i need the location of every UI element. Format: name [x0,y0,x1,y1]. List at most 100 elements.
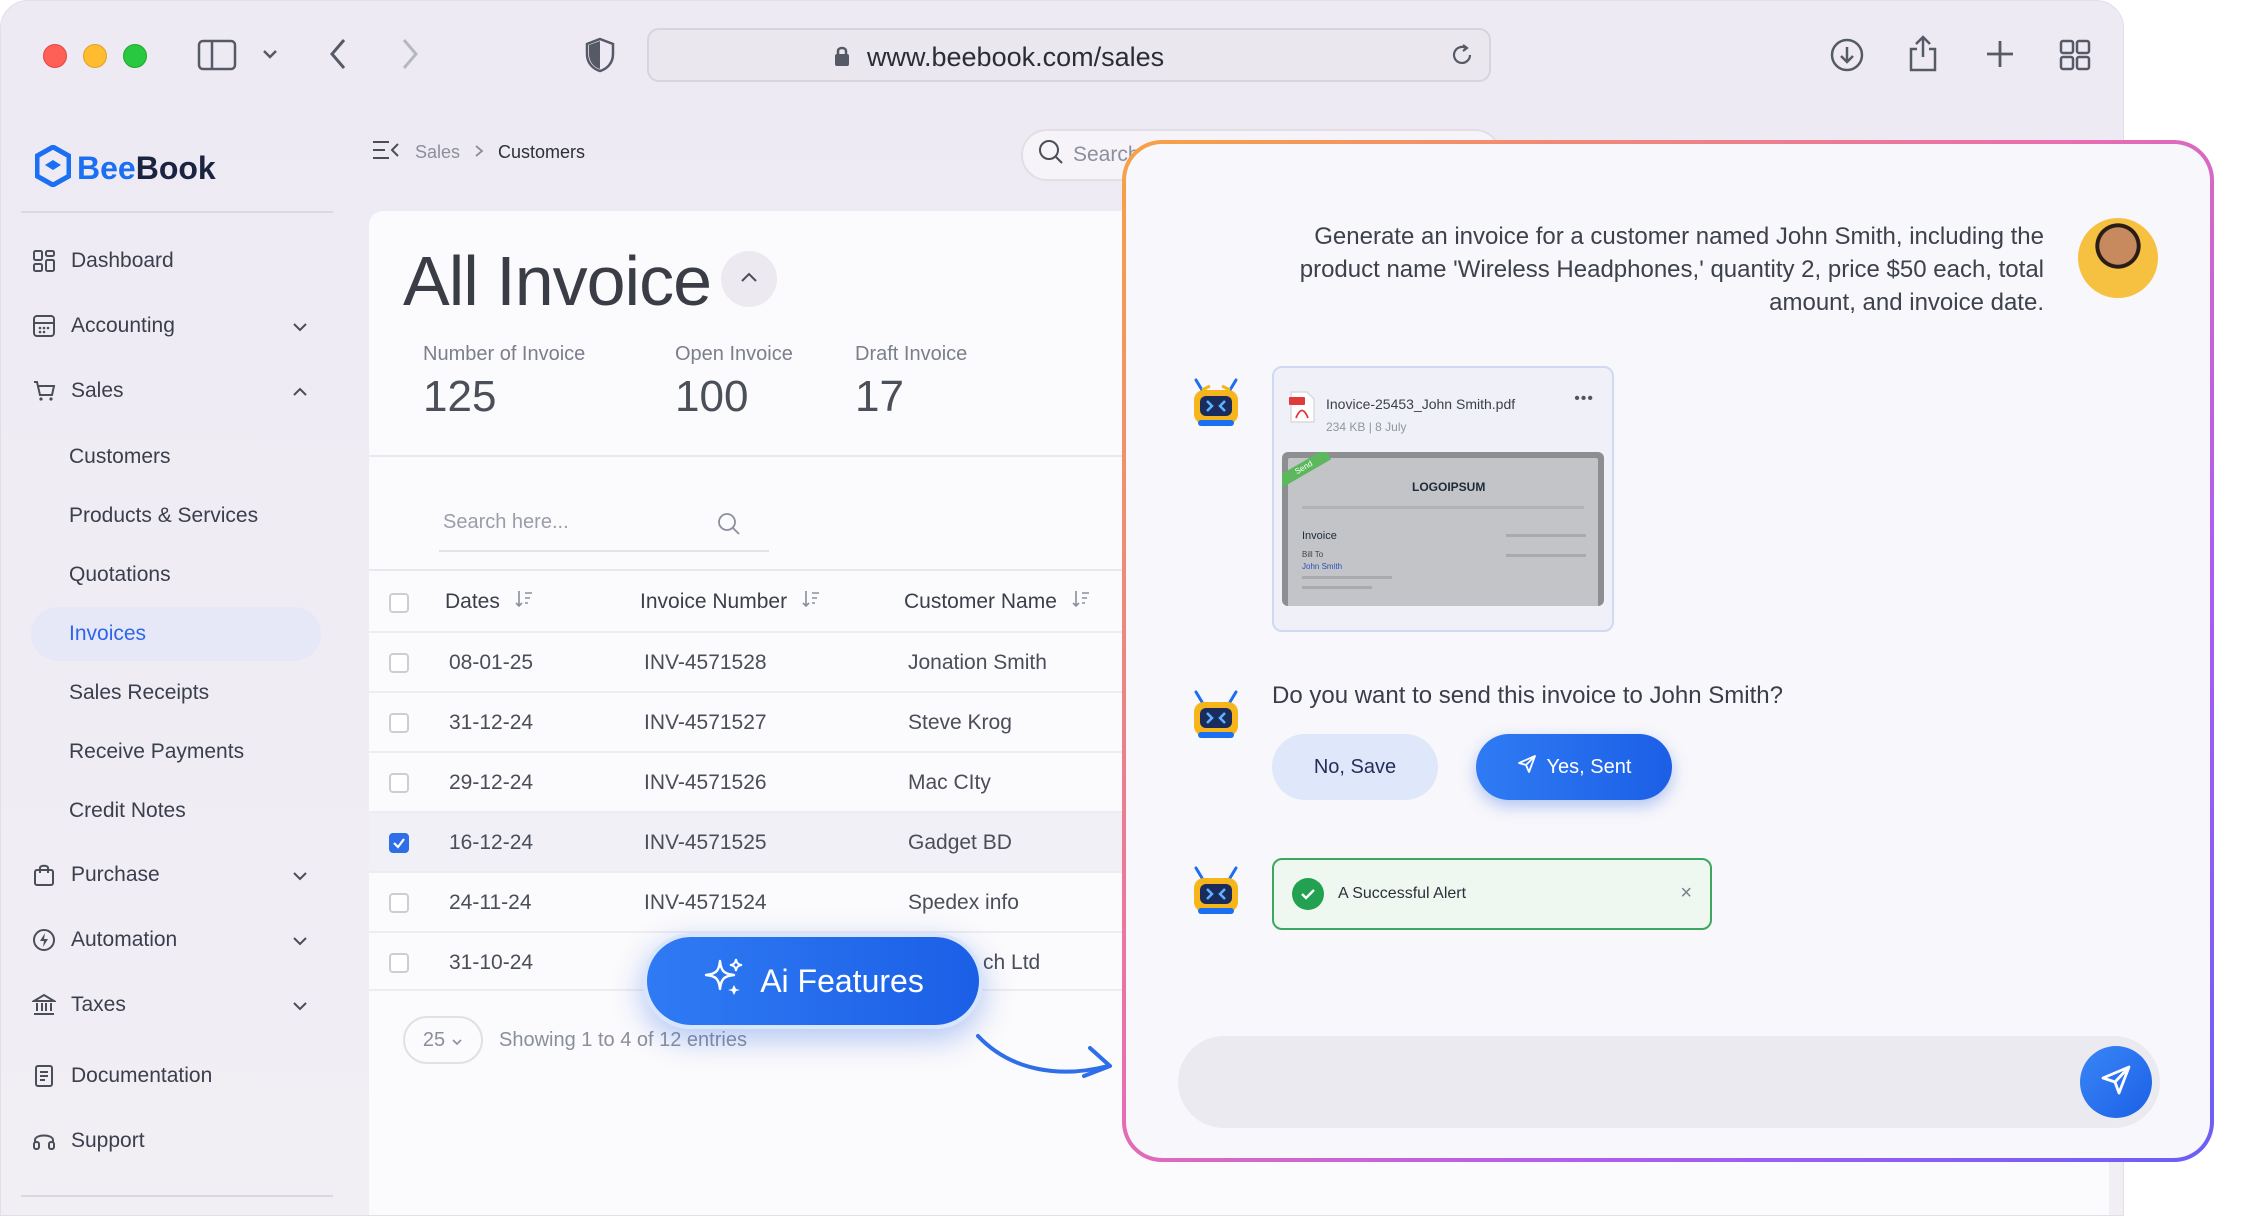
tab-overview-icon[interactable] [2059,39,2091,76]
row-checkbox[interactable] [389,893,409,913]
pdf-bill-name: John Smith [1302,562,1343,571]
sidebar-toggle-icon[interactable] [197,39,237,76]
pdf-divider [1302,506,1584,509]
chevron-down-icon[interactable] [291,929,309,953]
breadcrumb-parent[interactable]: Sales [415,142,460,163]
sidebar-item-dashboard[interactable]: Dashboard [31,236,323,286]
sidebar-subitem-receive-payments[interactable]: Receive Payments [31,725,321,779]
sparkle-icon [702,955,746,1007]
pdf-text-line [1506,534,1586,537]
pdf-file-name: Inovice-25453_John Smith.pdf [1326,396,1516,412]
forward-arrow-icon[interactable] [399,37,421,76]
close-icon[interactable]: × [1680,882,1692,905]
chevron-down-icon [451,1029,463,1052]
sidebar: BeeBook Dashboard Accounting Sales Custo… [1,113,351,1215]
share-icon[interactable] [1907,33,1939,78]
grid-icon [31,248,57,274]
chevron-down-icon[interactable] [291,315,309,339]
chevron-right-icon [474,142,484,163]
chevron-up-icon [739,270,759,288]
more-options-icon[interactable]: ••• [1574,390,1594,408]
chevron-down-icon[interactable] [261,47,279,66]
column-header-invoice-number[interactable]: Invoice Number [640,589,821,615]
close-window-button[interactable] [43,44,67,68]
table-search-input[interactable]: Search here... [439,494,769,552]
chevron-up-icon[interactable] [291,380,309,404]
sidebar-subitem-invoices[interactable]: Invoices [31,607,321,661]
yes-sent-label: Yes, Sent [1546,755,1632,778]
sidebar-item-automation[interactable]: Automation [31,915,323,965]
cart-icon [31,378,57,404]
bot-avatar-icon [1188,864,1244,920]
curved-arrow-icon [972,1024,1122,1095]
new-tab-plus-icon[interactable] [1985,39,2015,74]
sidebar-item-label: Dashboard [71,249,174,272]
pdf-bill-to: Bill To [1302,550,1324,559]
sidebar-item-accounting[interactable]: Accounting [31,301,323,351]
chevron-down-icon[interactable] [291,864,309,888]
sidebar-subitem-products-services[interactable]: Products & Services [31,489,321,543]
user-message: Generate an invoice for a customer named… [1299,223,2044,316]
send-icon [1517,754,1537,780]
address-bar[interactable]: www.beebook.com/sales [647,28,1491,82]
shield-icon[interactable] [585,37,615,78]
sidebar-item-documentation[interactable]: Documentation [31,1051,323,1101]
sidebar-item-taxes[interactable]: Taxes [31,980,323,1030]
select-all-checkbox[interactable] [389,593,409,613]
send-message-button[interactable] [2080,1046,2152,1118]
pdf-preview-page: Send LOGOIPSUM Invoice Bill To John Smit… [1282,452,1598,606]
column-header-dates[interactable]: Dates [445,589,534,615]
ai-chat-body: Generate an invoice for a customer named… [1126,144,2210,1158]
page-title: All Invoice [403,242,712,320]
showing-entries-text: Showing 1 to 4 of 12 entries [499,1028,747,1051]
maximize-window-button[interactable] [123,44,147,68]
collapse-button[interactable] [721,251,777,307]
cell-customer: ch Ltd [983,951,1041,974]
reload-icon[interactable] [1449,42,1475,73]
calculator-icon [31,313,57,339]
chat-message-input[interactable] [1178,1036,2160,1128]
cell-date: 08-01-25 [449,651,534,674]
browser-toolbar: www.beebook.com/sales [1,1,2123,113]
sidebar-subitem-quotations[interactable]: Quotations [31,548,321,602]
bank-icon [31,992,57,1018]
sidebar-item-support[interactable]: Support [31,1116,323,1166]
pdf-text-line [1506,554,1586,557]
column-header-customer-name[interactable]: Customer Name [904,589,1091,615]
chevron-down-icon[interactable] [291,994,309,1018]
sidebar-subitem-customers[interactable]: Customers [31,430,321,484]
back-arrow-icon[interactable] [327,37,349,76]
cell-date: 29-12-24 [449,771,534,794]
page-size-select[interactable]: 25 [403,1016,483,1064]
bag-icon [31,862,57,888]
download-icon[interactable] [1829,37,1865,78]
pdf-preview-thumbnail[interactable]: Send LOGOIPSUM Invoice Bill To John Smit… [1282,452,1604,606]
sidebar-item-label: Taxes [71,993,126,1016]
row-checkbox[interactable] [389,953,409,973]
sidebar-item-sales[interactable]: Sales [31,366,323,416]
pdf-text-line [1302,586,1372,589]
sort-icon[interactable] [801,589,821,615]
sidebar-item-purchase[interactable]: Purchase [31,850,323,900]
sort-icon[interactable] [514,589,534,615]
row-checkbox[interactable] [389,653,409,673]
no-save-button[interactable]: No, Save [1272,734,1438,800]
bot-question: Do you want to send this invoice to John… [1272,682,1783,709]
pdf-attachment-card[interactable]: Inovice-25453_John Smith.pdf 234 KB | 8 … [1272,366,1614,632]
row-checkbox[interactable] [389,773,409,793]
sidebar-subitem-sales-receipts[interactable]: Sales Receipts [31,666,321,720]
ai-features-button[interactable]: Ai Features [643,933,983,1029]
row-checkbox-checked[interactable] [389,833,409,853]
pdf-doc-title: Invoice [1302,530,1337,542]
yes-sent-button[interactable]: Yes, Sent [1476,734,1672,800]
minimize-window-button[interactable] [83,44,107,68]
sidebar-subitem-credit-notes[interactable]: Credit Notes [31,784,321,838]
menu-collapse-icon[interactable] [371,139,401,166]
brand-logo[interactable]: BeeBook [34,144,216,192]
sort-icon[interactable] [1071,589,1091,615]
url-text: www.beebook.com/sales [867,42,1165,72]
row-checkbox[interactable] [389,713,409,733]
cell-date: 31-12-24 [449,711,534,734]
cell-invoice: INV-4571528 [644,651,767,674]
brand-name: BeeBook [77,150,216,186]
